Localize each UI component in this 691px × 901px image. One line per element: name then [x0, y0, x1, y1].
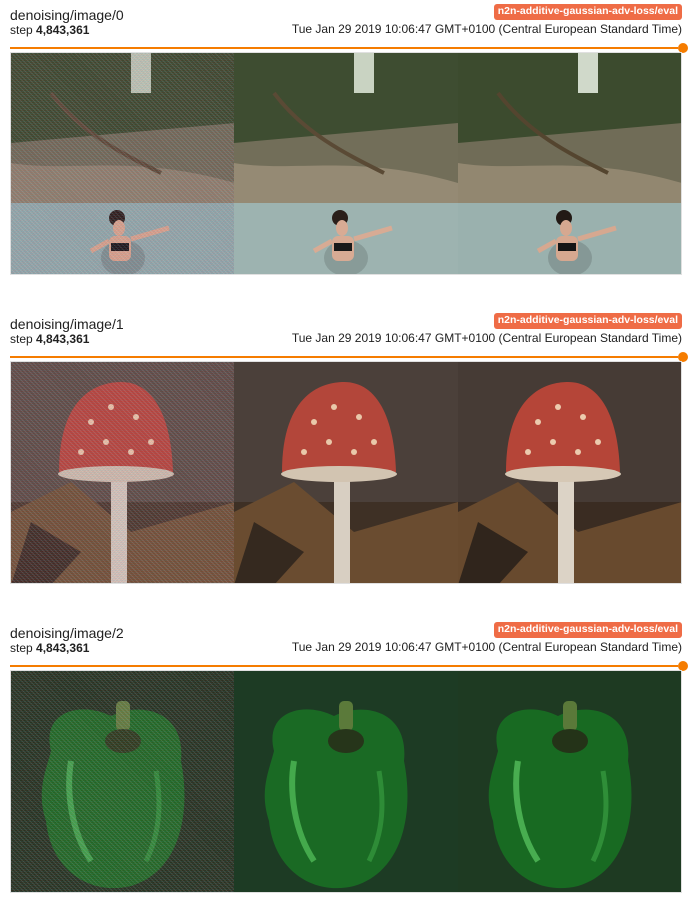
step-label: step: [10, 23, 33, 37]
step-readout: step 4,843,361: [10, 23, 89, 37]
timestamp: Tue Jan 29 2019 10:06:47 GMT+0100 (Centr…: [291, 640, 682, 654]
image-card-1: denoising/image/1 n2n-additive-gaussian-…: [10, 309, 688, 584]
slider-track[interactable]: [10, 47, 678, 49]
step-value: 4,843,361: [36, 332, 90, 346]
step-value: 4,843,361: [36, 641, 90, 655]
slider-track[interactable]: [10, 356, 678, 358]
card-header: denoising/image/1 n2n-additive-gaussian-…: [10, 309, 684, 347]
image-strip: [10, 361, 682, 584]
image-strip: [10, 52, 682, 275]
clean-target-image: [457, 671, 681, 892]
clean-target-image: [457, 362, 681, 583]
timestamp: Tue Jan 29 2019 10:06:47 GMT+0100 (Centr…: [291, 22, 682, 36]
denoised-output-image: [234, 53, 458, 274]
image-strip: [10, 670, 682, 893]
denoised-output-image: [234, 362, 458, 583]
step-label: step: [10, 332, 33, 346]
image-card-0: denoising/image/0 n2n-additive-gaussian-…: [10, 0, 688, 275]
step-label: step: [10, 641, 33, 655]
clean-target-image: [457, 53, 681, 274]
card-title: denoising/image/2: [10, 625, 124, 641]
noisy-input-image: [11, 53, 235, 274]
image-card-2: denoising/image/2 n2n-additive-gaussian-…: [10, 618, 688, 893]
step-value: 4,843,361: [36, 23, 90, 37]
noisy-input-image: [11, 671, 235, 892]
denoised-output-image: [234, 671, 458, 892]
card-header: denoising/image/2 n2n-additive-gaussian-…: [10, 618, 684, 656]
slider-track[interactable]: [10, 665, 678, 667]
card-header: denoising/image/0 n2n-additive-gaussian-…: [10, 0, 684, 38]
card-title: denoising/image/0: [10, 7, 124, 23]
step-readout: step 4,843,361: [10, 332, 89, 346]
card-title: denoising/image/1: [10, 316, 124, 332]
step-readout: step 4,843,361: [10, 641, 89, 655]
run-badge: n2n-additive-gaussian-adv-loss/eval: [493, 313, 682, 329]
timestamp: Tue Jan 29 2019 10:06:47 GMT+0100 (Centr…: [291, 331, 682, 345]
run-badge: n2n-additive-gaussian-adv-loss/eval: [493, 622, 682, 638]
run-badge: n2n-additive-gaussian-adv-loss/eval: [493, 4, 682, 20]
noisy-input-image: [11, 362, 235, 583]
